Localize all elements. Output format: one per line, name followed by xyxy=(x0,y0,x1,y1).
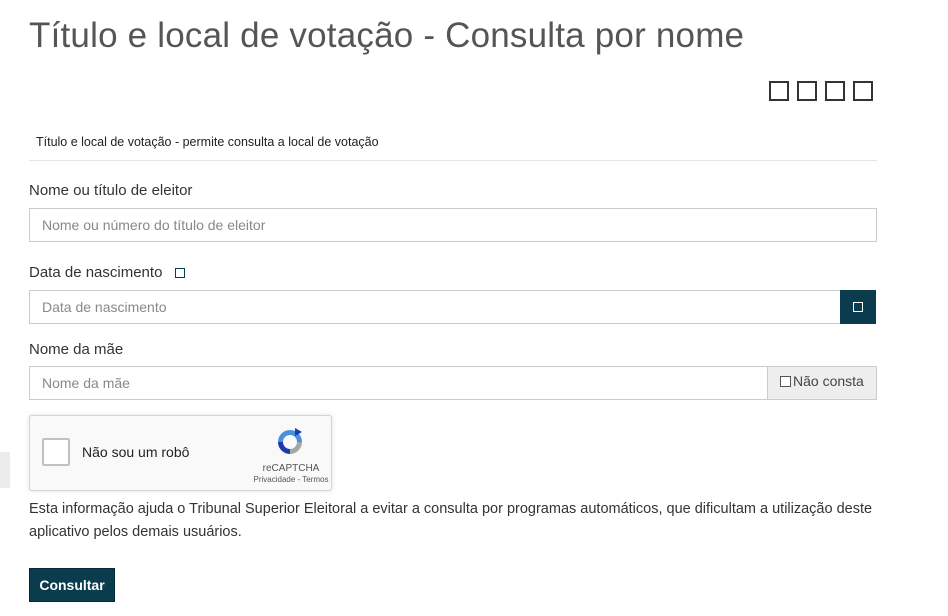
name-field-label-text: Nome ou título de eleitor xyxy=(29,182,193,199)
calendar-icon xyxy=(853,302,863,312)
page-title: Título e local de votação - Consulta por… xyxy=(29,16,745,55)
mother-name-input[interactable] xyxy=(29,366,768,400)
toolbar-square-icon-3[interactable] xyxy=(825,81,845,101)
birthdate-field-label-text: Data de nascimento xyxy=(29,264,163,281)
not-listed-label: Não consta xyxy=(793,373,864,389)
page-description: Título e local de votação - permite cons… xyxy=(36,135,379,149)
birthdate-field-label: Data de nascimento xyxy=(29,264,186,281)
calendar-button[interactable] xyxy=(840,290,876,324)
terms-link[interactable]: Termos xyxy=(302,475,328,484)
name-input[interactable] xyxy=(29,208,877,242)
side-marker xyxy=(0,452,10,488)
toolbar xyxy=(769,81,873,101)
recaptcha-widget: Não sou um robô reCAPTCHA Privacidade - … xyxy=(29,415,332,491)
recaptcha-links: Privacidade - Termos xyxy=(236,475,346,484)
toolbar-square-icon-1[interactable] xyxy=(769,81,789,101)
name-field-label: Nome ou título de eleitor xyxy=(29,182,192,199)
page: Título e local de votação - Consulta por… xyxy=(0,0,948,616)
not-listed-addon[interactable]: Não consta xyxy=(767,366,877,400)
recaptcha-brand: reCAPTCHA xyxy=(262,463,320,474)
captcha-info-text: Esta informação ajuda o Tribunal Superio… xyxy=(29,501,873,540)
toolbar-square-icon-4[interactable] xyxy=(853,81,873,101)
recaptcha-checkbox[interactable] xyxy=(42,438,70,466)
help-icon[interactable] xyxy=(175,267,186,278)
birthdate-input[interactable] xyxy=(29,290,841,324)
divider xyxy=(29,160,877,161)
privacy-link[interactable]: Privacidade xyxy=(253,475,295,484)
recaptcha-logo-icon xyxy=(278,428,302,454)
consultar-button[interactable]: Consultar xyxy=(29,568,115,602)
not-listed-checkbox[interactable] xyxy=(780,376,791,387)
mother-field-label: Nome da mãe xyxy=(29,341,123,358)
recaptcha-label: Não sou um robô xyxy=(82,444,190,460)
mother-field-label-text: Nome da mãe xyxy=(29,341,124,358)
toolbar-square-icon-2[interactable] xyxy=(797,81,817,101)
